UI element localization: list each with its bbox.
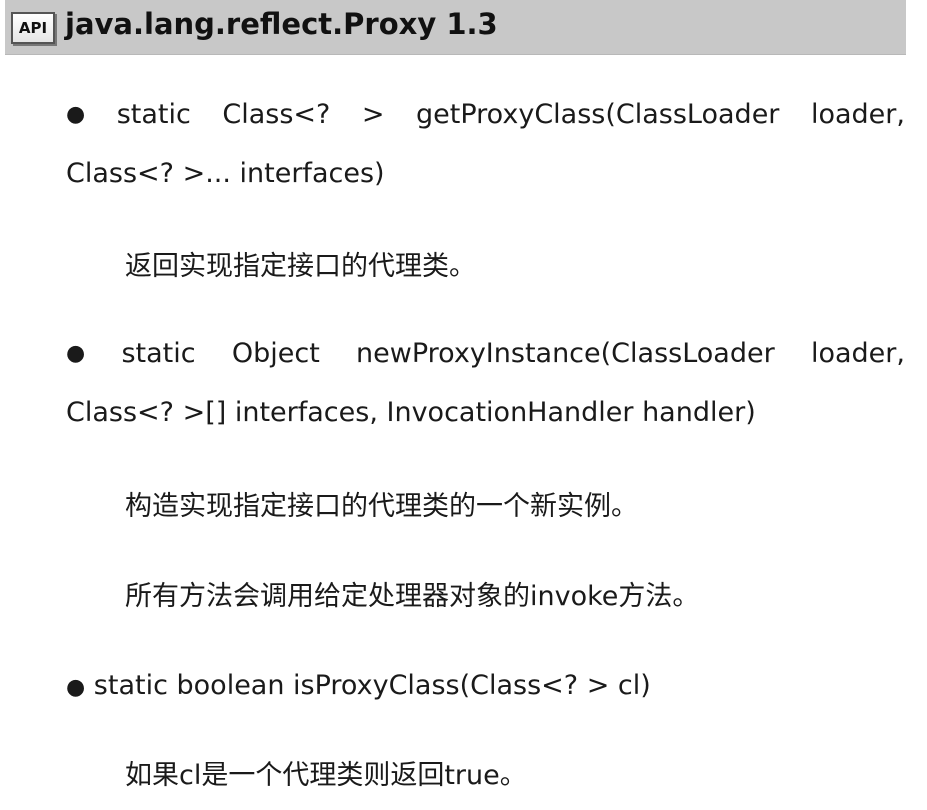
bullet-icon: ●	[66, 675, 86, 700]
signature-word: newProxyInstance(ClassLoader	[356, 338, 775, 369]
signature-text: static boolean isProxyClass(Class<? > cl…	[93, 670, 651, 701]
signature-word: Object	[231, 338, 320, 369]
signature-word: >	[361, 99, 385, 130]
method-getproxyclass-signature-line1: ● static Class<? > getProxyClass(ClassLo…	[66, 97, 905, 133]
signature-word: loader,	[810, 99, 905, 130]
signature-word: Class<?	[222, 99, 331, 130]
method-newproxyinstance-signature-line2: Class<? >[] interfaces, InvocationHandle…	[66, 397, 756, 428]
api-icon: API	[11, 12, 55, 44]
method-getproxyclass-signature-line2: Class<? >... interfaces)	[66, 158, 385, 189]
signature-word: getProxyClass(ClassLoader	[416, 99, 780, 130]
method-newproxyinstance-description-1: 构造实现指定接口的代理类的一个新实例。	[125, 491, 638, 522]
method-getproxyclass-description: 返回实现指定接口的代理类。	[125, 251, 476, 282]
signature-word: static	[121, 338, 196, 369]
bullet-icon: ●	[66, 102, 86, 127]
api-header: API java.lang.reflect.Proxy 1.3	[5, 0, 906, 55]
method-newproxyinstance-description-2: 所有方法会调用给定处理器对象的invoke方法。	[125, 581, 700, 612]
header-title: java.lang.reflect.Proxy 1.3	[65, 7, 498, 41]
method-isproxyclass-description: 如果cl是一个代理类则返回true。	[125, 760, 527, 791]
method-newproxyinstance-signature-line1: ● static Object newProxyInstance(ClassLo…	[66, 336, 905, 372]
signature-word: loader,	[810, 338, 905, 369]
bullet-icon: ●	[66, 341, 86, 366]
signature-word: static	[116, 99, 191, 130]
method-isproxyclass-signature: ● static boolean isProxyClass(Class<? > …	[66, 668, 651, 706]
